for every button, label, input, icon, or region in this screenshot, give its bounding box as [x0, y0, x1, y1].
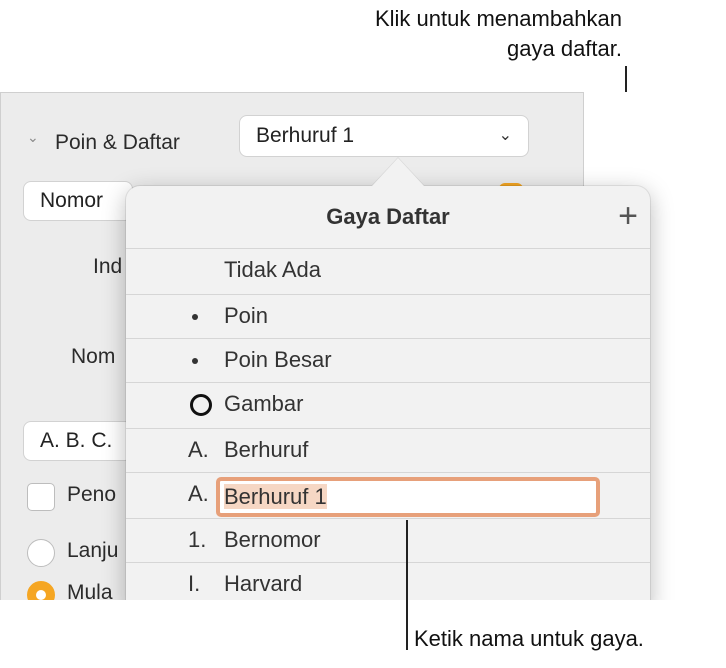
- style-name-input[interactable]: Berhuruf 1: [216, 477, 600, 517]
- list-style-select[interactable]: Berhuruf 1 ⌄: [239, 115, 529, 157]
- add-style-callout: Klik untuk menambahkan gaya daftar.: [375, 4, 622, 64]
- format-select[interactable]: A. B. C.: [23, 421, 133, 461]
- callout-pointer-bottom: [406, 520, 408, 650]
- list-item-lettered-1[interactable]: A. Berhuruf 1: [126, 472, 650, 517]
- list-styles-popover: Gaya Daftar + Tidak Ada Poin Poin Besar …: [126, 186, 650, 616]
- list-item-label: Bernomor: [224, 527, 321, 552]
- checkbox-label: Peno: [67, 483, 117, 506]
- list-item-marker: I.: [188, 571, 201, 596]
- style-name-value: Berhuruf 1: [224, 484, 327, 509]
- list-item-label: Tidak Ada: [224, 257, 322, 282]
- popover-title: Gaya Daftar: [326, 204, 450, 229]
- list-item-label: Poin Besar: [224, 347, 332, 372]
- chevron-down-icon: ⌄: [498, 127, 512, 144]
- list-style-value: Berhuruf 1: [256, 124, 355, 147]
- start-label: Mula: [67, 581, 113, 602]
- list-item-label: Gambar: [224, 391, 304, 416]
- numbering-value: Nomor: [40, 189, 104, 212]
- format-value: A. B. C.: [40, 429, 113, 452]
- bullet-icon: [188, 339, 218, 381]
- list-item-label: Berhuruf: [224, 437, 309, 462]
- type-name-callout: Ketik nama untuk gaya.: [414, 626, 644, 651]
- indent-label: Ind: [93, 255, 123, 278]
- callout-line-1: Klik untuk menambahkan: [374, 6, 622, 31]
- numbering-select[interactable]: Nomor: [23, 181, 133, 221]
- list-item-lettered[interactable]: A. Berhuruf: [126, 428, 650, 472]
- continue-label: Lanju: [67, 539, 119, 562]
- section-title: Poin & Daftar: [55, 131, 180, 154]
- list-item-numbered[interactable]: 1. Bernomor: [126, 518, 650, 562]
- continue-radio[interactable]: [27, 539, 55, 567]
- disclosure-chevron-icon[interactable]: ⌄: [27, 129, 39, 146]
- list-item-marker: 1.: [188, 527, 207, 552]
- list-item-none[interactable]: Tidak Ada: [126, 248, 650, 292]
- number-label: Nom: [71, 345, 116, 368]
- list-item-label: Harvard: [224, 571, 303, 596]
- list-item-bullet[interactable]: Poin: [126, 294, 650, 338]
- list-item-marker: A.: [188, 481, 209, 506]
- tiered-checkbox[interactable]: [27, 483, 55, 511]
- list-item-label: Poin: [224, 303, 269, 328]
- start-radio[interactable]: [27, 581, 55, 601]
- image-bullet-icon: [190, 394, 212, 416]
- list-item-big-bullet[interactable]: Poin Besar: [126, 338, 650, 382]
- popover-arrow: [372, 158, 424, 186]
- add-style-plus-icon[interactable]: +: [618, 196, 638, 236]
- list-item-image[interactable]: Gambar: [126, 382, 650, 426]
- bullet-icon: [188, 295, 218, 337]
- list-item-marker: A.: [188, 437, 209, 462]
- callout-line-2: gaya daftar.: [507, 36, 622, 61]
